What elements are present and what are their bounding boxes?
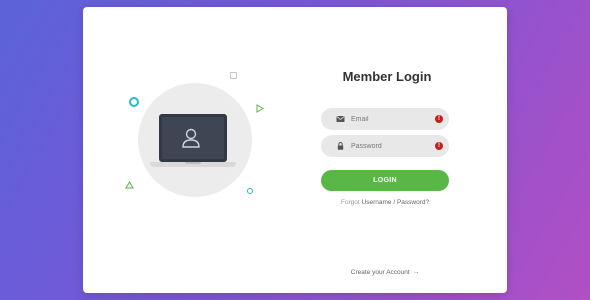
envelope-icon	[336, 116, 345, 122]
email-field[interactable]: !	[321, 108, 449, 130]
password-input[interactable]	[351, 135, 431, 157]
forgot-password-link[interactable]: Password?	[397, 199, 429, 206]
password-error-icon: !	[435, 142, 443, 150]
arrow-right-icon: →	[412, 269, 420, 276]
email-error-icon: !	[435, 115, 443, 123]
create-account-link[interactable]: Create your Account →	[321, 269, 449, 276]
email-input[interactable]	[351, 108, 431, 130]
login-card: Member Login ! ! LOGIN Forgot Username /…	[83, 7, 507, 293]
forgot-prefix: Forgot	[340, 199, 360, 206]
page-title: Member Login	[342, 69, 432, 84]
login-button[interactable]: LOGIN	[321, 170, 449, 191]
create-account-label: Create your Account	[350, 269, 410, 276]
forgot-credentials: Forgot Username / Password?	[321, 199, 449, 206]
decor-ring-icon	[129, 97, 139, 107]
forgot-username-link[interactable]: Username	[362, 199, 392, 206]
laptop-notch	[185, 162, 201, 164]
decor-square-icon	[230, 72, 237, 79]
forgot-separator: /	[393, 199, 396, 206]
lock-icon	[337, 142, 344, 150]
user-icon	[182, 128, 200, 148]
decor-play-triangle-icon	[256, 104, 264, 113]
decor-small-ring-icon	[247, 188, 253, 194]
decor-triangle-icon	[125, 181, 134, 189]
password-field[interactable]: !	[321, 135, 449, 157]
